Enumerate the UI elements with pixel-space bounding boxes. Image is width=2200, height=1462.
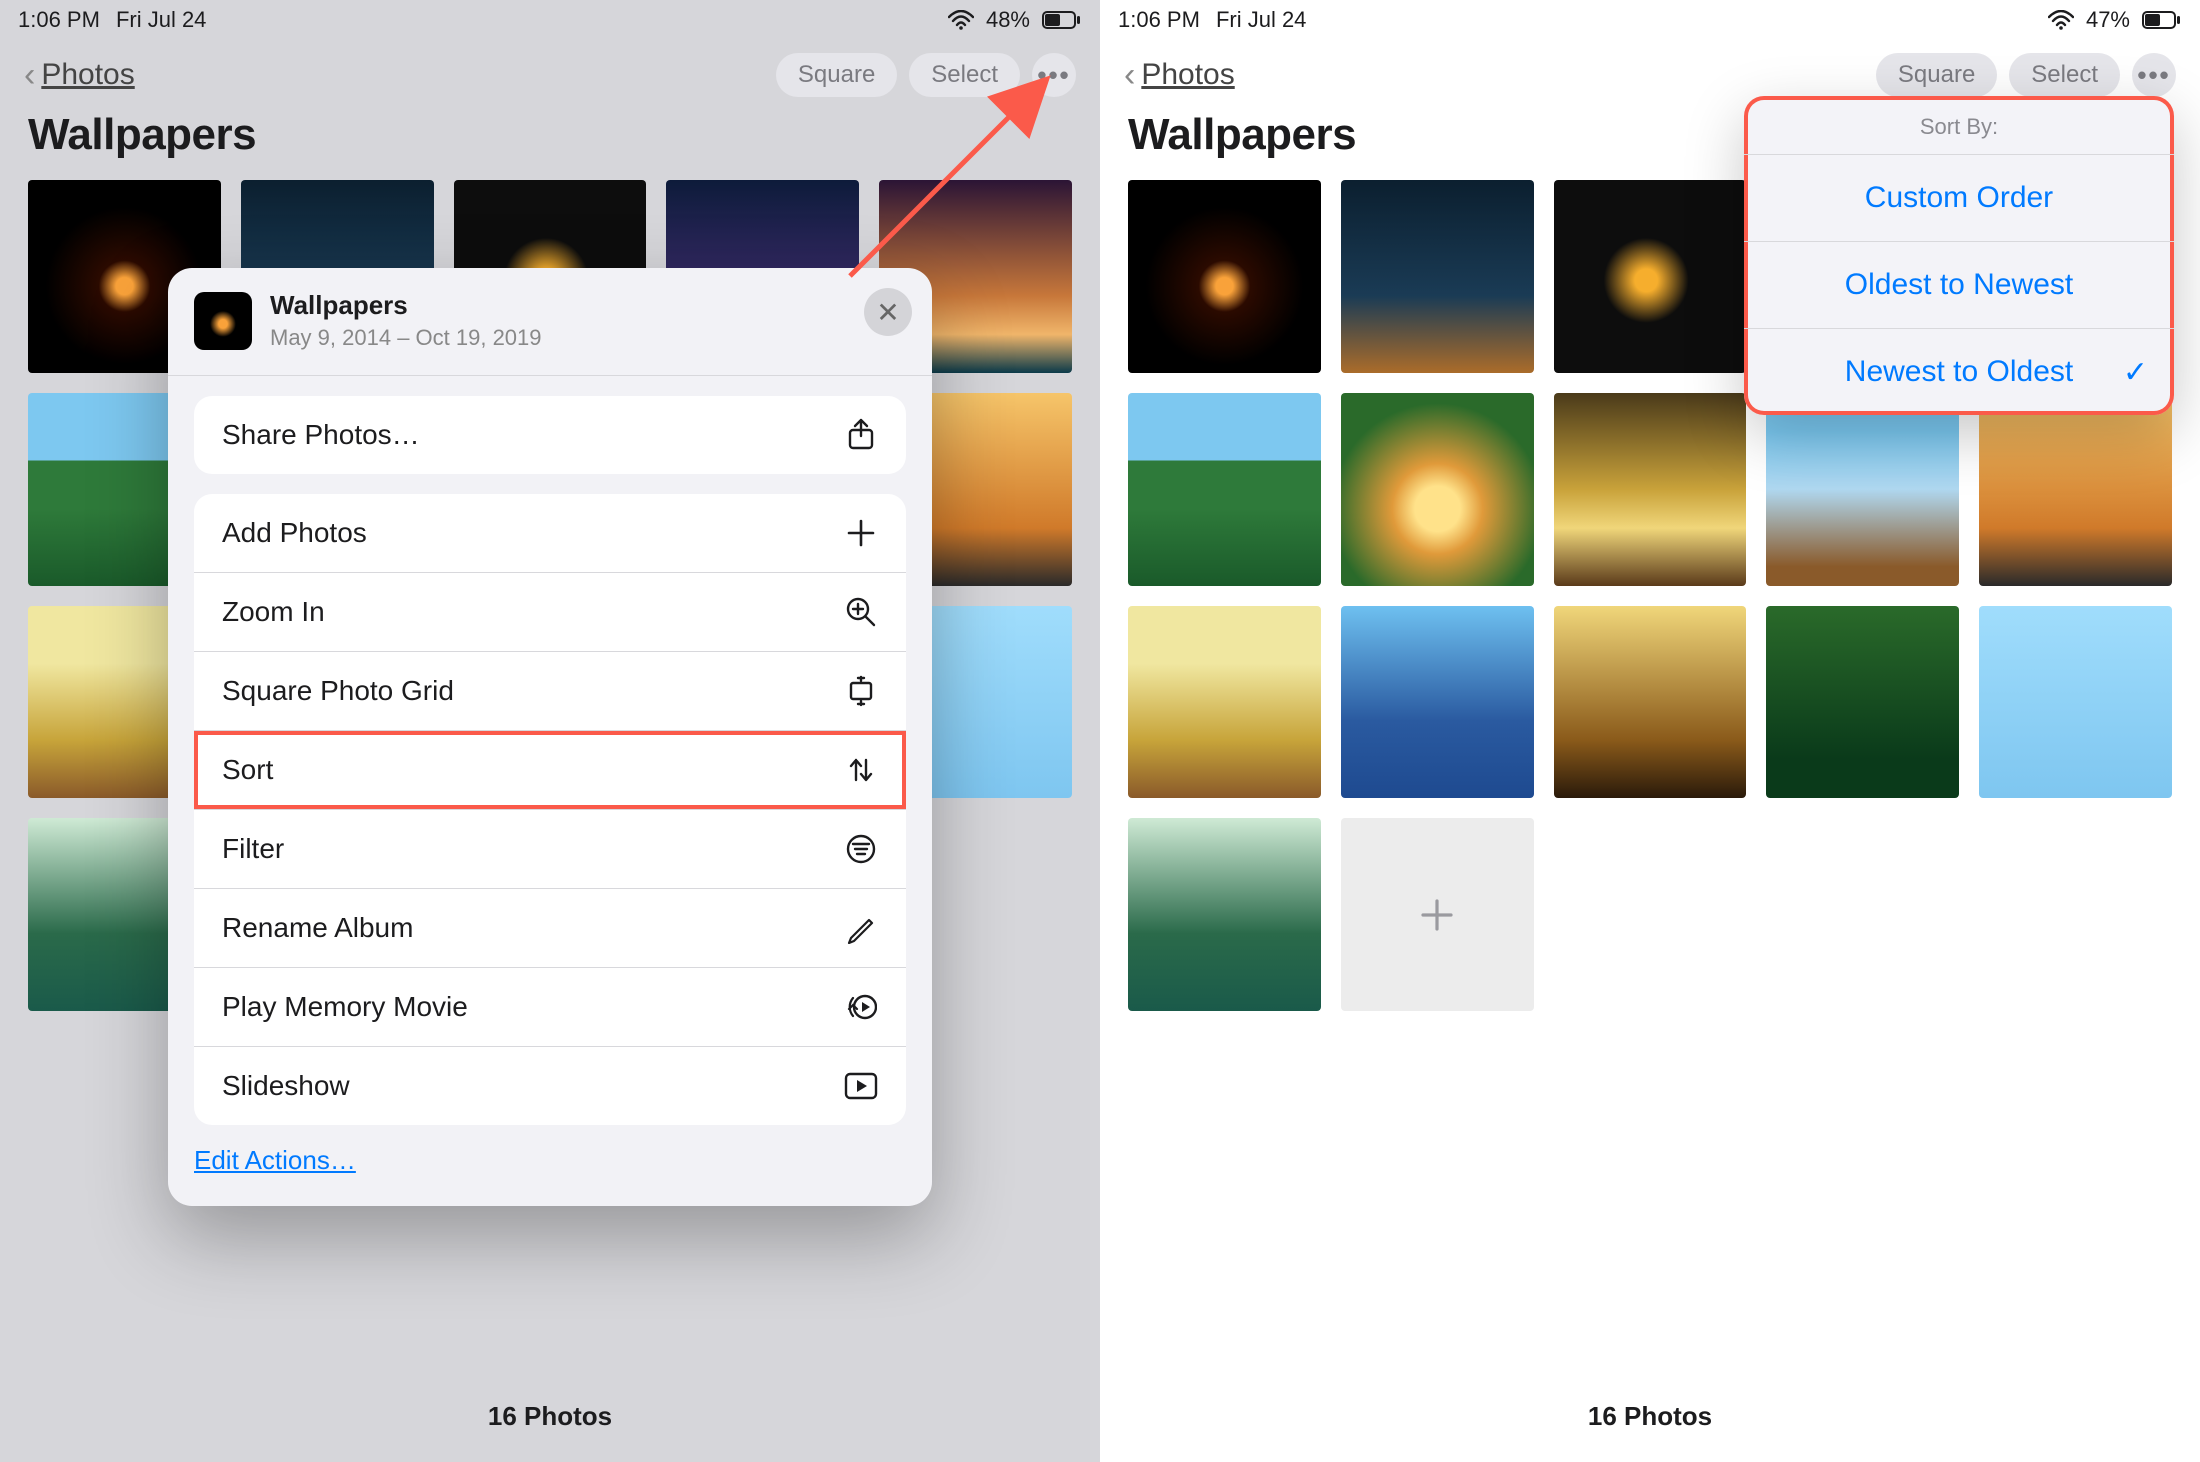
slideshow-row[interactable]: Slideshow [194,1046,906,1125]
square-grid-icon [844,674,878,708]
photo-thumb[interactable] [1554,606,1747,799]
back-button[interactable]: ‹ Photos [24,56,135,95]
photo-thumb[interactable] [1979,606,2172,799]
square-button[interactable]: Square [1876,53,1997,97]
add-photos-row[interactable]: Add Photos [194,494,906,572]
sort-custom-order[interactable]: Custom Order [1744,155,2174,242]
battery-icon [2142,10,2182,30]
memory-movie-label: Play Memory Movie [222,991,468,1023]
back-label: Photos [41,58,134,92]
slideshow-icon [844,1069,878,1103]
photo-thumb[interactable] [1128,818,1321,1011]
square-grid-label: Square Photo Grid [222,675,454,707]
filter-icon [844,832,878,866]
back-label: Photos [1141,58,1234,92]
square-grid-row[interactable]: Square Photo Grid [194,651,906,730]
pencil-icon [844,911,878,945]
close-button[interactable]: ✕ [864,288,912,336]
photo-thumb[interactable] [1341,393,1534,586]
photo-count: 16 Photos [0,1401,1100,1432]
photo-thumb[interactable] [1128,180,1321,373]
sort-oldest-label: Oldest to Newest [1845,268,2073,302]
slideshow-label: Slideshow [222,1070,350,1102]
rename-album-label: Rename Album [222,912,413,944]
status-bar: 1:06 PM Fri Jul 24 48% [0,0,1100,40]
share-photos-label: Share Photos… [222,419,420,451]
memory-movie-row[interactable]: Play Memory Movie [194,967,906,1046]
photo-thumb[interactable] [1766,606,1959,799]
photo-thumb[interactable] [1128,393,1321,586]
share-photos-row[interactable]: Share Photos… [194,396,906,474]
close-icon: ✕ [876,296,899,329]
sort-popover: Sort By: Custom Order Oldest to Newest N… [1744,96,2174,415]
zoom-in-row[interactable]: Zoom In [194,572,906,651]
sort-icon [844,753,878,787]
sort-newest-label: Newest to Oldest [1845,355,2073,389]
battery-icon [1042,10,1082,30]
sheet-subtitle: May 9, 2014 – Oct 19, 2019 [270,325,542,351]
filter-label: Filter [222,833,284,865]
square-button[interactable]: Square [776,53,897,97]
more-button[interactable]: ••• [2132,53,2176,97]
edit-actions-link[interactable]: Edit Actions… [194,1145,906,1176]
status-battery: 47% [2086,7,2130,33]
actions-section: Add Photos Zoom In Square Photo Grid Sor… [194,494,906,1125]
wifi-icon [948,10,974,30]
sort-custom-label: Custom Order [1865,181,2053,215]
share-icon [844,418,878,452]
status-date: Fri Jul 24 [1216,7,1306,33]
photo-thumb[interactable] [1554,393,1747,586]
select-button[interactable]: Select [2009,53,2120,97]
chevron-left-icon: ‹ [24,56,35,95]
page-title: Wallpapers [0,110,1100,160]
status-bar: 1:06 PM Fri Jul 24 47% [1100,0,2200,40]
add-photos-label: Add Photos [222,517,367,549]
photo-thumb[interactable] [1554,180,1747,373]
rename-album-row[interactable]: Rename Album [194,888,906,967]
chevron-left-icon: ‹ [1124,56,1135,95]
more-icon: ••• [1037,60,1070,91]
photo-count: 16 Photos [1100,1401,2200,1432]
share-section: Share Photos… [194,396,906,474]
photo-thumb[interactable] [1979,393,2172,586]
memory-icon [844,990,878,1024]
actions-sheet: Wallpapers May 9, 2014 – Oct 19, 2019 ✕ … [168,268,932,1206]
status-battery: 48% [986,7,1030,33]
left-screenshot: 1:06 PM Fri Jul 24 48% ‹ Photos Square S… [0,0,1100,1462]
status-time: 1:06 PM [18,7,100,33]
photo-thumb[interactable] [1341,606,1534,799]
sheet-title: Wallpapers [270,290,542,321]
photo-thumb[interactable] [1128,606,1321,799]
more-icon: ••• [2137,60,2170,91]
nav-row: ‹ Photos Square Select ••• [0,40,1100,110]
right-screenshot: 1:06 PM Fri Jul 24 47% ‹ Photos Square S… [1100,0,2200,1462]
add-photo-tile[interactable] [1341,818,1534,1011]
plus-icon [1417,895,1457,935]
album-thumb-icon [194,292,252,350]
zoom-in-label: Zoom In [222,596,325,628]
sort-header: Sort By: [1744,96,2174,155]
status-time: 1:06 PM [1118,7,1200,33]
photo-thumb[interactable] [1341,180,1534,373]
magnify-plus-icon [844,595,878,629]
checkmark-icon: ✓ [2123,355,2148,390]
status-date: Fri Jul 24 [116,7,206,33]
sort-newest-to-oldest[interactable]: Newest to Oldest ✓ [1744,329,2174,415]
sort-row[interactable]: Sort [194,730,906,809]
plus-icon [844,516,878,550]
sort-label: Sort [222,754,273,786]
photo-thumb[interactable] [1766,393,1959,586]
select-button[interactable]: Select [909,53,1020,97]
wifi-icon [2048,10,2074,30]
more-button[interactable]: ••• [1032,53,1076,97]
back-button[interactable]: ‹ Photos [1124,56,1235,95]
filter-row[interactable]: Filter [194,809,906,888]
sort-oldest-to-newest[interactable]: Oldest to Newest [1744,242,2174,329]
